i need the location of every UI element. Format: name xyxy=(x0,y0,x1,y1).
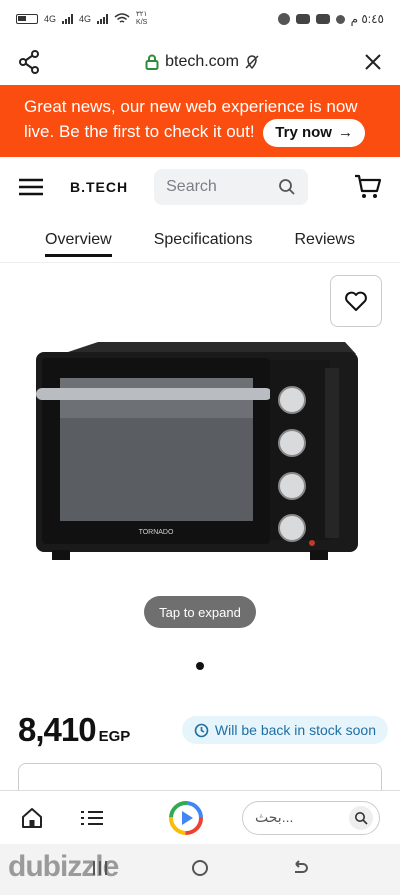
status-bar: 4G 4G ٣٢١ K/S ٥:٤٥ م xyxy=(0,0,400,38)
price-currency: EGP xyxy=(98,727,131,745)
youtube-icon xyxy=(315,14,330,24)
signal-label-2: 4G xyxy=(79,14,92,24)
browser-url-bar: btech.com xyxy=(0,38,400,85)
bottom-app-bar: بحث... xyxy=(0,790,400,844)
tab-reviews[interactable]: Reviews xyxy=(294,221,354,259)
notification-icon xyxy=(335,14,345,24)
stock-status-badge: Will be back in stock soon xyxy=(181,716,388,744)
back-icon[interactable] xyxy=(290,858,310,878)
status-right: ٥:٤٥ م xyxy=(277,12,384,26)
search-icon xyxy=(355,811,368,825)
close-icon[interactable] xyxy=(364,53,382,71)
system-nav-bar: dubizzle xyxy=(0,844,400,895)
product-tabs: Overview Specifications Reviews xyxy=(0,217,400,263)
tracking-off-icon xyxy=(245,54,259,69)
try-now-label: Try now xyxy=(275,124,332,141)
speed-label: ٣٢١ K/S xyxy=(136,11,148,26)
search-placeholder: Search xyxy=(166,178,217,195)
status-left: 4G 4G ٣٢١ K/S xyxy=(16,11,147,27)
product-price: 8,410 xyxy=(18,711,97,748)
announcement-banner: Great news, our new web experience is no… xyxy=(0,85,400,157)
home-icon[interactable] xyxy=(20,807,44,829)
arrow-right-icon: → xyxy=(337,124,353,141)
share-icon[interactable] xyxy=(18,49,40,74)
btech-logo[interactable]: B.TECH xyxy=(70,179,128,195)
home-button-icon[interactable] xyxy=(190,858,210,878)
bottom-search-placeholder: بحث... xyxy=(255,809,294,825)
notification-dot-icon xyxy=(277,13,290,25)
search-icon[interactable] xyxy=(278,178,296,196)
site-header: B.TECH Search xyxy=(0,157,400,217)
price-row: 8,410 EGP Will be back in stock soon xyxy=(18,705,388,755)
stock-status-text: Will be back in stock soon xyxy=(214,722,376,738)
list-icon[interactable] xyxy=(80,809,104,827)
clock-icon xyxy=(194,723,209,737)
battery-icon xyxy=(16,14,38,24)
bottom-search-button[interactable] xyxy=(349,805,373,830)
tab-overview[interactable]: Overview xyxy=(45,221,112,259)
google-play-icon[interactable] xyxy=(168,800,204,836)
purchase-card xyxy=(18,763,382,793)
wishlist-button[interactable] xyxy=(330,275,382,327)
signal-icon-2 xyxy=(97,14,109,24)
cart-icon[interactable] xyxy=(354,174,382,200)
product-brand-text: TORNADO xyxy=(139,529,174,536)
gallery-pager-dot[interactable] xyxy=(196,662,204,670)
recent-apps-icon[interactable] xyxy=(90,858,110,878)
bottom-search-input[interactable]: بحث... xyxy=(242,800,380,835)
product-gallery[interactable]: TORNADO Tap to expand xyxy=(0,263,400,693)
url-display[interactable]: btech.com xyxy=(145,53,259,71)
search-input[interactable]: Search xyxy=(154,169,309,205)
lock-icon xyxy=(145,54,159,70)
try-now-button[interactable]: Try now → xyxy=(263,119,365,147)
product-image[interactable]: TORNADO xyxy=(0,338,400,568)
tap-to-expand-button[interactable]: Tap to expand xyxy=(144,596,256,628)
signal-icon xyxy=(62,14,74,24)
clock: ٥:٤٥ م xyxy=(350,12,384,26)
menu-icon[interactable] xyxy=(18,178,44,196)
wifi-icon xyxy=(114,13,130,23)
tab-specifications[interactable]: Specifications xyxy=(154,221,253,259)
signal-label-1: 4G xyxy=(44,14,57,24)
app-icon xyxy=(295,14,310,24)
url-text: btech.com xyxy=(165,52,239,70)
heart-icon xyxy=(345,291,367,311)
